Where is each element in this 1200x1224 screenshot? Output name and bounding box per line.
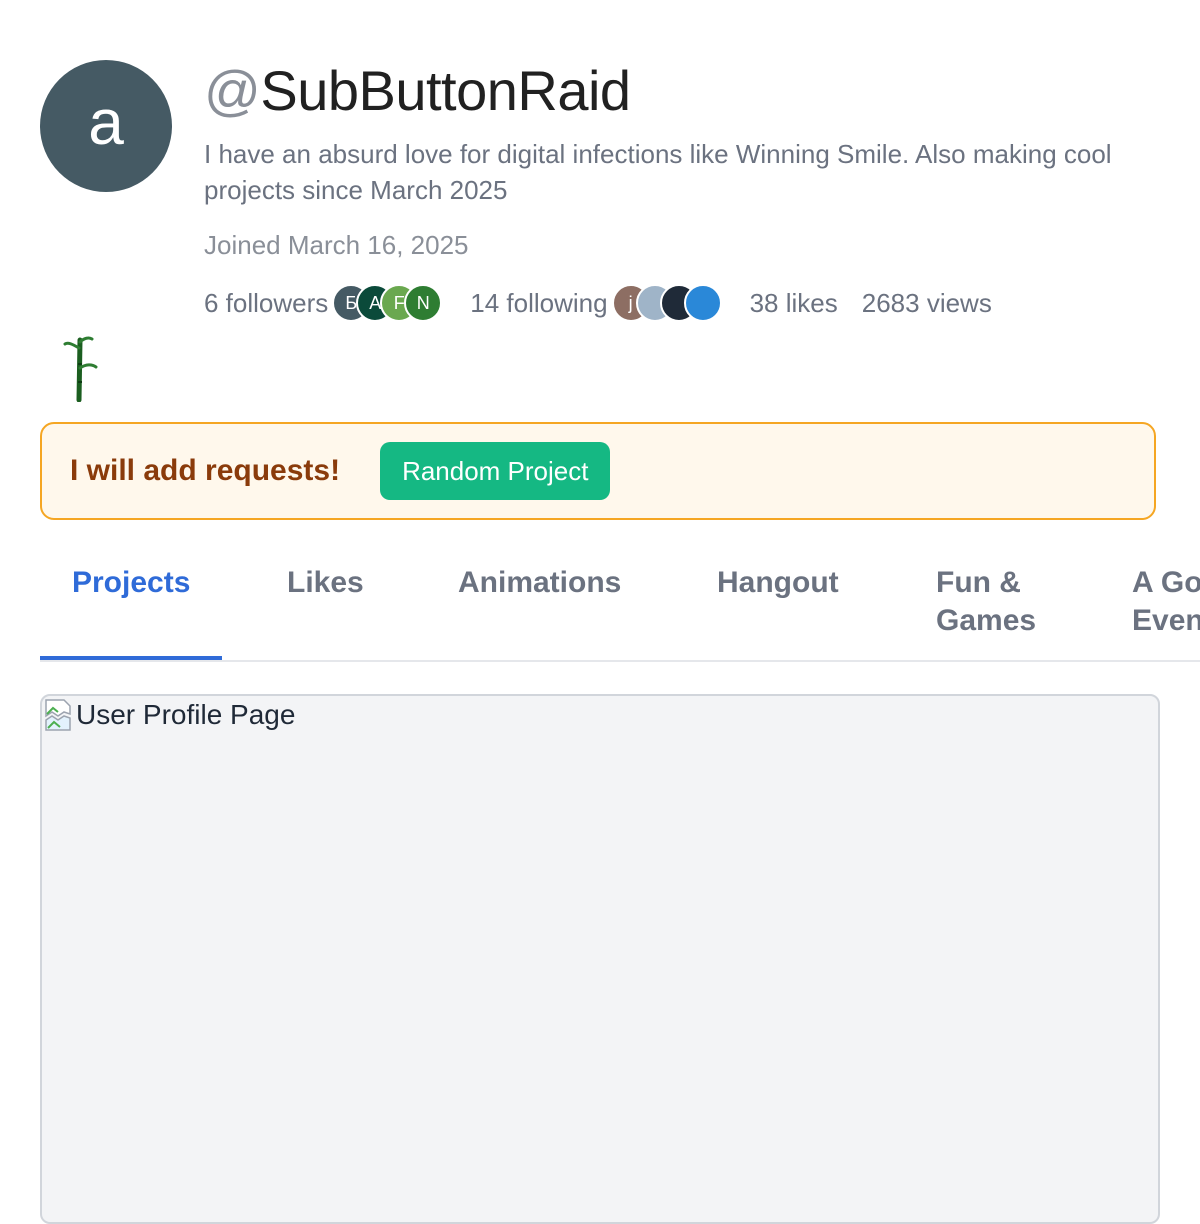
broken-image: User Profile Page xyxy=(44,698,295,732)
bamboo-sprout-icon xyxy=(63,336,98,402)
profile-bio: I have an absurd love for digital infect… xyxy=(204,139,1112,205)
banner-text: I will add requests! xyxy=(70,454,341,487)
likes-count: 38 likes xyxy=(749,287,838,318)
active-tab-indicator xyxy=(40,656,222,660)
announcement-banner: I will add requests! Random Project xyxy=(40,422,1156,520)
profile-stats: 6 followers Б A F N 14 following j 38 li… xyxy=(204,282,992,324)
joined-date: Joined March 16, 2025 xyxy=(204,230,469,260)
followers-avatar-stack[interactable]: Б A F N xyxy=(332,284,443,322)
project-frame[interactable]: User Profile Page xyxy=(40,694,1160,1224)
tab-a-good-event[interactable]: A Go Even xyxy=(1132,564,1200,640)
tab-likes[interactable]: Likes xyxy=(287,564,364,602)
profile-avatar: a xyxy=(40,60,172,192)
profile-tabs: Projects Likes Animations Hangout Fun & … xyxy=(40,556,1200,662)
username-text: SubButtonRaid xyxy=(260,59,631,122)
follower-avatar[interactable]: N xyxy=(404,284,443,322)
profile-username: @SubButtonRaid xyxy=(204,58,631,123)
tab-fun-and-games[interactable]: Fun & Games xyxy=(936,564,1036,640)
following-avatar-stack[interactable]: j xyxy=(611,284,722,322)
views-count: 2683 views xyxy=(861,287,992,318)
tab-projects[interactable]: Projects xyxy=(72,564,190,602)
tab-hangout[interactable]: Hangout xyxy=(717,564,839,602)
followers-count[interactable]: 6 followers xyxy=(204,288,328,319)
following-count[interactable]: 14 following xyxy=(470,288,607,319)
username-at-sign: @ xyxy=(204,59,261,122)
profile-avatar-letter: a xyxy=(88,86,124,158)
following-avatar[interactable] xyxy=(683,284,722,322)
broken-image-icon xyxy=(45,699,71,731)
broken-image-alt-text: User Profile Page xyxy=(76,699,296,730)
random-project-button[interactable]: Random Project xyxy=(380,442,611,500)
tab-animations[interactable]: Animations xyxy=(458,564,621,602)
